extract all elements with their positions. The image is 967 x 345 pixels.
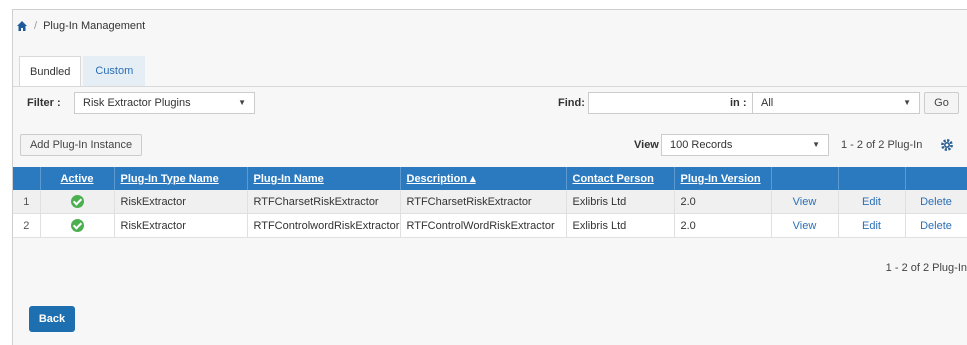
records-select[interactable]: 100 Records ▼ [661, 134, 829, 156]
edit-link[interactable]: Edit [838, 213, 906, 238]
check-circle-icon [70, 219, 84, 232]
col-header-description[interactable]: Description ▴ [400, 167, 567, 190]
in-label: in : [730, 97, 747, 109]
breadcrumb-separator: / [34, 20, 38, 32]
breadcrumb-current: Plug-In Management [43, 20, 146, 32]
active-cell [40, 213, 115, 238]
tab-custom[interactable]: Custom [83, 56, 146, 86]
plugin-type-cell: RiskExtractor [114, 213, 248, 238]
col-header-delete [905, 167, 967, 190]
col-header-row-number [13, 167, 41, 190]
col-header-plugin-type-name[interactable]: Plug-In Type Name [114, 167, 248, 190]
home-icon[interactable] [16, 20, 28, 32]
version-cell: 2.0 [674, 213, 772, 238]
edit-link[interactable]: Edit [838, 190, 906, 214]
view-label: View [634, 139, 659, 151]
check-circle-icon [70, 195, 84, 208]
plugin-type-cell: RiskExtractor [114, 190, 248, 214]
pager-bottom: 1 - 2 of 2 Plug-In [885, 262, 967, 274]
filter-row: Filter : Risk Extractor Plugins ▼ Find: … [27, 92, 967, 116]
col-header-edit [838, 167, 906, 190]
tab-bar: Bundled Custom [19, 56, 146, 86]
active-cell [40, 190, 115, 214]
filter-select[interactable]: Risk Extractor Plugins ▼ [74, 92, 255, 114]
delete-link[interactable]: Delete [905, 213, 967, 238]
pager-top: 1 - 2 of 2 Plug-In [841, 139, 923, 151]
chevron-down-icon: ▼ [238, 98, 246, 107]
description-cell: RTFCharsetRiskExtractor [400, 190, 567, 214]
col-header-view [771, 167, 839, 190]
toolbar-row: Add Plug-In Instance View 100 Records ▼ … [20, 134, 967, 158]
contact-cell: Exlibris Ltd [566, 213, 675, 238]
col-header-active[interactable]: Active [40, 167, 115, 190]
gear-icon[interactable] [940, 138, 954, 152]
plugins-table: Active Plug-In Type Name Plug-In Name De… [13, 167, 967, 238]
col-header-plugin-version[interactable]: Plug-In Version [674, 167, 772, 190]
table-header-row: Active Plug-In Type Name Plug-In Name De… [13, 167, 967, 190]
view-link[interactable]: View [771, 213, 839, 238]
add-plugin-instance-button[interactable]: Add Plug-In Instance [20, 134, 142, 156]
table-row: 1 RiskExtractor RTFCharsetRiskExtractor … [13, 190, 967, 214]
back-button[interactable]: Back [29, 306, 75, 332]
find-label: Find: [558, 97, 585, 109]
go-button[interactable]: Go [924, 92, 959, 114]
plugin-name-cell: RTFControlwordRiskExtractor [247, 213, 401, 238]
row-number: 1 [13, 190, 41, 214]
tab-bundled[interactable]: Bundled [19, 56, 82, 86]
version-cell: 2.0 [674, 190, 772, 214]
records-select-value: 100 Records [670, 139, 733, 151]
col-header-plugin-name[interactable]: Plug-In Name [247, 167, 401, 190]
contact-cell: Exlibris Ltd [566, 190, 675, 214]
filter-label: Filter : [27, 97, 61, 109]
breadcrumb: / Plug-In Management [16, 20, 145, 32]
row-number: 2 [13, 213, 41, 238]
table-row: 2 RiskExtractor RTFControlwordRiskExtrac… [13, 213, 967, 238]
filter-select-value: Risk Extractor Plugins [83, 97, 191, 109]
in-select[interactable]: All ▼ [752, 92, 920, 114]
view-link[interactable]: View [771, 190, 839, 214]
chevron-down-icon: ▼ [903, 98, 911, 107]
delete-link[interactable]: Delete [905, 190, 967, 214]
in-select-value: All [761, 97, 774, 109]
col-header-contact-person[interactable]: Contact Person [566, 167, 675, 190]
description-cell: RTFControlWordRiskExtractor [400, 213, 567, 238]
chevron-down-icon: ▼ [812, 140, 820, 149]
plugin-name-cell: RTFCharsetRiskExtractor [247, 190, 401, 214]
